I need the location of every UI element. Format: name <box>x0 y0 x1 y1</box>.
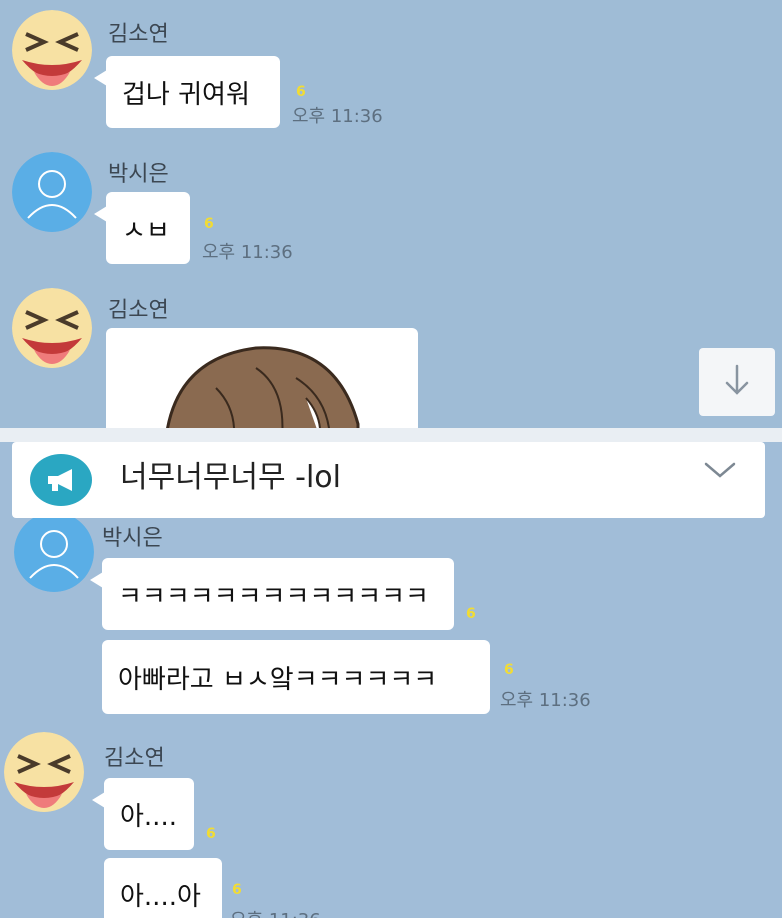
laughing-face-avatar[interactable] <box>4 732 84 812</box>
chevron-down-icon[interactable] <box>703 460 737 484</box>
message-bubble[interactable]: 겁나 귀여워 <box>94 56 280 128</box>
message-time: 오후 11:36 <box>202 242 293 263</box>
laughing-face-avatar[interactable] <box>12 10 92 90</box>
scroll-to-bottom-button[interactable] <box>699 348 775 416</box>
message-bubble[interactable]: ㅋㅋㅋㅋㅋㅋㅋㅋㅋㅋㅋㅋㅋ <box>90 558 454 630</box>
chat-panel-top: 김소연 겁나 귀여워 6 오후 11:36 박시은 ㅅㅂ 6 오후 11:36 … <box>0 0 782 428</box>
sticker-image[interactable] <box>106 328 418 428</box>
unread-count: 6 <box>296 84 306 100</box>
message-time: 오후 11:36 <box>292 106 383 127</box>
unread-count: 6 <box>232 882 242 898</box>
unread-count: 6 <box>504 662 514 678</box>
message-time: 오후 11:36 <box>230 906 321 918</box>
sender-name: 박시은 <box>108 162 169 187</box>
laughing-face-avatar[interactable] <box>12 288 92 368</box>
default-profile-avatar[interactable] <box>12 152 92 232</box>
sender-name: 김소연 <box>104 746 165 771</box>
sender-name: 김소연 <box>108 22 169 47</box>
unread-count: 6 <box>466 606 476 622</box>
sender-name: 김소연 <box>108 298 169 323</box>
notice-banner[interactable]: 너무너무너무 -lol <box>12 442 765 518</box>
message-time: 오후 11:36 <box>500 690 591 711</box>
message-bubble[interactable]: 아빠라고 ㅂㅅ앜ㅋㅋㅋㅋㅋㅋ <box>102 640 490 714</box>
arrow-down-icon <box>722 363 752 401</box>
sender-name: 박시은 <box>102 526 163 551</box>
unread-count: 6 <box>204 216 214 232</box>
unread-count: 6 <box>206 826 216 842</box>
message-bubble[interactable]: ㅅㅂ <box>94 192 190 264</box>
megaphone-icon <box>30 454 92 506</box>
notice-text: 너무너무너무 -lol <box>120 460 341 495</box>
default-profile-avatar[interactable] <box>14 512 94 592</box>
message-bubble[interactable]: 아....아 <box>104 858 222 918</box>
screenshot-divider <box>0 428 782 442</box>
message-bubble[interactable]: 아.... <box>92 778 194 850</box>
